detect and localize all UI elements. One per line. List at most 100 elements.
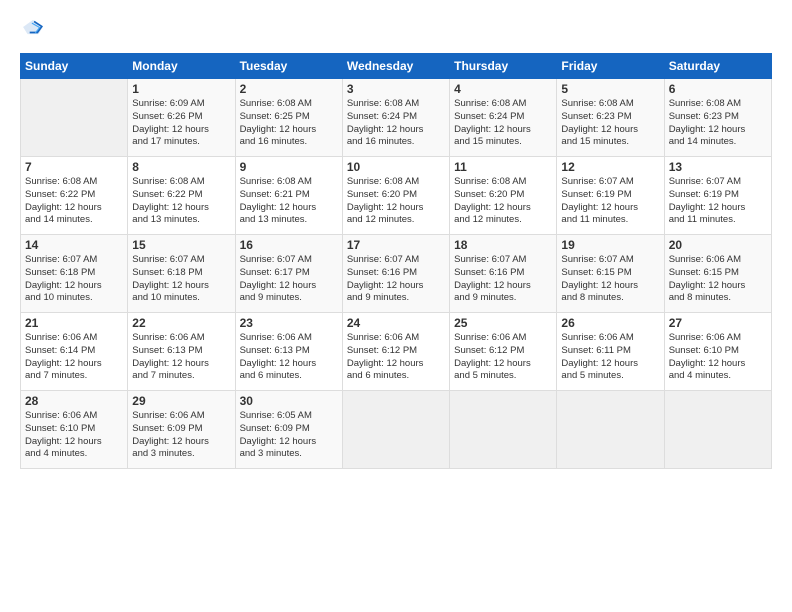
calendar-cell: [450, 391, 557, 469]
calendar-cell: 15 Sunrise: 6:07 AMSunset: 6:18 PMDayligh…: [128, 235, 235, 313]
day-number: 13: [669, 160, 767, 174]
day-number: 18: [454, 238, 552, 252]
calendar-cell: 2 Sunrise: 6:08 AMSunset: 6:25 PMDaylight…: [235, 79, 342, 157]
day-number: 25: [454, 316, 552, 330]
calendar-cell: 6Sunrise: 6:08 AMSunset: 6:23 PMDaylight…: [664, 79, 771, 157]
day-number: 9: [240, 160, 338, 174]
day-number: 2: [240, 82, 338, 96]
calendar-cell: 10 Sunrise: 6:08 AMSunset: 6:20 PMDayligh…: [342, 157, 449, 235]
calendar-cell: 13 Sunrise: 6:07 AMSunset: 6:19 PMDayligh…: [664, 157, 771, 235]
calendar-week-1: 1 Sunrise: 6:09 AMSunset: 6:26 PMDaylight…: [21, 79, 772, 157]
calendar-cell: 28 Sunrise: 6:06 AMSunset: 6:10 PMDayligh…: [21, 391, 128, 469]
cell-content: Sunrise: 6:06 AMSunset: 6:13 PMDaylight:…: [132, 332, 230, 383]
calendar-cell: 23 Sunrise: 6:06 AMSunset: 6:13 PMDayligh…: [235, 313, 342, 391]
day-number: 26: [561, 316, 659, 330]
day-number: 28: [25, 394, 123, 408]
day-number: 30: [240, 394, 338, 408]
calendar-cell: 19 Sunrise: 6:07 AMSunset: 6:15 PMDayligh…: [557, 235, 664, 313]
calendar-table: Sunday Monday Tuesday Wednesday Thursday…: [20, 53, 772, 469]
day-number: 17: [347, 238, 445, 252]
calendar-cell: 26 Sunrise: 6:06 AMSunset: 6:11 PMDayligh…: [557, 313, 664, 391]
calendar-header: Sunday Monday Tuesday Wednesday Thursday…: [21, 54, 772, 79]
calendar-cell: 22 Sunrise: 6:06 AMSunset: 6:13 PMDayligh…: [128, 313, 235, 391]
col-thursday: Thursday: [450, 54, 557, 79]
cell-content: Sunrise: 6:08 AMSunset: 6:24 PMDaylight:…: [454, 98, 552, 149]
cell-content: Sunrise: 6:06 AMSunset: 6:14 PMDaylight:…: [25, 332, 123, 383]
calendar-cell: 11Sunrise: 6:08 AMSunset: 6:20 PMDayligh…: [450, 157, 557, 235]
calendar-cell: 12Sunrise: 6:07 AMSunset: 6:19 PMDayligh…: [557, 157, 664, 235]
page-header: [20, 16, 772, 43]
cell-content: Sunrise: 6:06 AMSunset: 6:15 PMDaylight:…: [669, 254, 767, 305]
cell-content: Sunrise: 6:09 AMSunset: 6:26 PMDaylight:…: [132, 98, 230, 149]
cell-content: Sunrise: 6:07 AMSunset: 6:18 PMDaylight:…: [25, 254, 123, 305]
cell-content: Sunrise: 6:07 AMSunset: 6:17 PMDaylight:…: [240, 254, 338, 305]
cell-content: Sunrise: 6:06 AMSunset: 6:09 PMDaylight:…: [132, 410, 230, 461]
calendar-cell: [21, 79, 128, 157]
calendar-cell: 1 Sunrise: 6:09 AMSunset: 6:26 PMDaylight…: [128, 79, 235, 157]
header-row: Sunday Monday Tuesday Wednesday Thursday…: [21, 54, 772, 79]
cell-content: Sunrise: 6:06 AMSunset: 6:10 PMDaylight:…: [669, 332, 767, 383]
cell-content: Sunrise: 6:07 AMSunset: 6:19 PMDaylight:…: [669, 176, 767, 227]
cell-content: Sunrise: 6:07 AMSunset: 6:18 PMDaylight:…: [132, 254, 230, 305]
day-number: 8: [132, 160, 230, 174]
calendar-week-2: 7Sunrise: 6:08 AMSunset: 6:22 PMDaylight…: [21, 157, 772, 235]
calendar-cell: [557, 391, 664, 469]
cell-content: Sunrise: 6:06 AMSunset: 6:13 PMDaylight:…: [240, 332, 338, 383]
cell-content: Sunrise: 6:08 AMSunset: 6:22 PMDaylight:…: [25, 176, 123, 227]
day-number: 12: [561, 160, 659, 174]
calendar-cell: 5Sunrise: 6:08 AMSunset: 6:23 PMDaylight…: [557, 79, 664, 157]
cell-content: Sunrise: 6:06 AMSunset: 6:11 PMDaylight:…: [561, 332, 659, 383]
col-sunday: Sunday: [21, 54, 128, 79]
cell-content: Sunrise: 6:07 AMSunset: 6:15 PMDaylight:…: [561, 254, 659, 305]
calendar-cell: 4 Sunrise: 6:08 AMSunset: 6:24 PMDaylight…: [450, 79, 557, 157]
calendar-cell: 14 Sunrise: 6:07 AMSunset: 6:18 PMDayligh…: [21, 235, 128, 313]
calendar-cell: 8 Sunrise: 6:08 AMSunset: 6:22 PMDaylight…: [128, 157, 235, 235]
day-number: 15: [132, 238, 230, 252]
col-monday: Monday: [128, 54, 235, 79]
cell-content: Sunrise: 6:08 AMSunset: 6:20 PMDaylight:…: [347, 176, 445, 227]
day-number: 20: [669, 238, 767, 252]
logo: [20, 16, 44, 43]
calendar-cell: 20 Sunrise: 6:06 AMSunset: 6:15 PMDayligh…: [664, 235, 771, 313]
cell-content: Sunrise: 6:08 AMSunset: 6:23 PMDaylight:…: [561, 98, 659, 149]
day-number: 16: [240, 238, 338, 252]
day-number: 21: [25, 316, 123, 330]
calendar-cell: 18 Sunrise: 6:07 AMSunset: 6:16 PMDayligh…: [450, 235, 557, 313]
cell-content: Sunrise: 6:06 AMSunset: 6:10 PMDaylight:…: [25, 410, 123, 461]
logo-icon: [22, 16, 44, 38]
calendar-page: Sunday Monday Tuesday Wednesday Thursday…: [0, 0, 792, 612]
calendar-cell: 24Sunrise: 6:06 AMSunset: 6:12 PMDayligh…: [342, 313, 449, 391]
cell-content: Sunrise: 6:08 AMSunset: 6:25 PMDaylight:…: [240, 98, 338, 149]
cell-content: Sunrise: 6:07 AMSunset: 6:16 PMDaylight:…: [454, 254, 552, 305]
day-number: 10: [347, 160, 445, 174]
day-number: 27: [669, 316, 767, 330]
calendar-cell: [664, 391, 771, 469]
cell-content: Sunrise: 6:08 AMSunset: 6:22 PMDaylight:…: [132, 176, 230, 227]
calendar-cell: 3 Sunrise: 6:08 AMSunset: 6:24 PMDaylight…: [342, 79, 449, 157]
calendar-cell: 27 Sunrise: 6:06 AMSunset: 6:10 PMDayligh…: [664, 313, 771, 391]
calendar-week-4: 21 Sunrise: 6:06 AMSunset: 6:14 PMDayligh…: [21, 313, 772, 391]
col-saturday: Saturday: [664, 54, 771, 79]
calendar-cell: 9 Sunrise: 6:08 AMSunset: 6:21 PMDaylight…: [235, 157, 342, 235]
day-number: 4: [454, 82, 552, 96]
cell-content: Sunrise: 6:06 AMSunset: 6:12 PMDaylight:…: [454, 332, 552, 383]
day-number: 29: [132, 394, 230, 408]
calendar-cell: 30Sunrise: 6:05 AMSunset: 6:09 PMDayligh…: [235, 391, 342, 469]
calendar-cell: 16 Sunrise: 6:07 AMSunset: 6:17 PMDayligh…: [235, 235, 342, 313]
calendar-cell: 21 Sunrise: 6:06 AMSunset: 6:14 PMDayligh…: [21, 313, 128, 391]
cell-content: Sunrise: 6:08 AMSunset: 6:24 PMDaylight:…: [347, 98, 445, 149]
day-number: 22: [132, 316, 230, 330]
day-number: 19: [561, 238, 659, 252]
day-number: 3: [347, 82, 445, 96]
day-number: 24: [347, 316, 445, 330]
calendar-cell: 29 Sunrise: 6:06 AMSunset: 6:09 PMDayligh…: [128, 391, 235, 469]
day-number: 23: [240, 316, 338, 330]
day-number: 14: [25, 238, 123, 252]
calendar-cell: 17Sunrise: 6:07 AMSunset: 6:16 PMDayligh…: [342, 235, 449, 313]
day-number: 1: [132, 82, 230, 96]
col-wednesday: Wednesday: [342, 54, 449, 79]
calendar-cell: 7Sunrise: 6:08 AMSunset: 6:22 PMDaylight…: [21, 157, 128, 235]
cell-content: Sunrise: 6:08 AMSunset: 6:21 PMDaylight:…: [240, 176, 338, 227]
day-number: 6: [669, 82, 767, 96]
cell-content: Sunrise: 6:08 AMSunset: 6:20 PMDaylight:…: [454, 176, 552, 227]
